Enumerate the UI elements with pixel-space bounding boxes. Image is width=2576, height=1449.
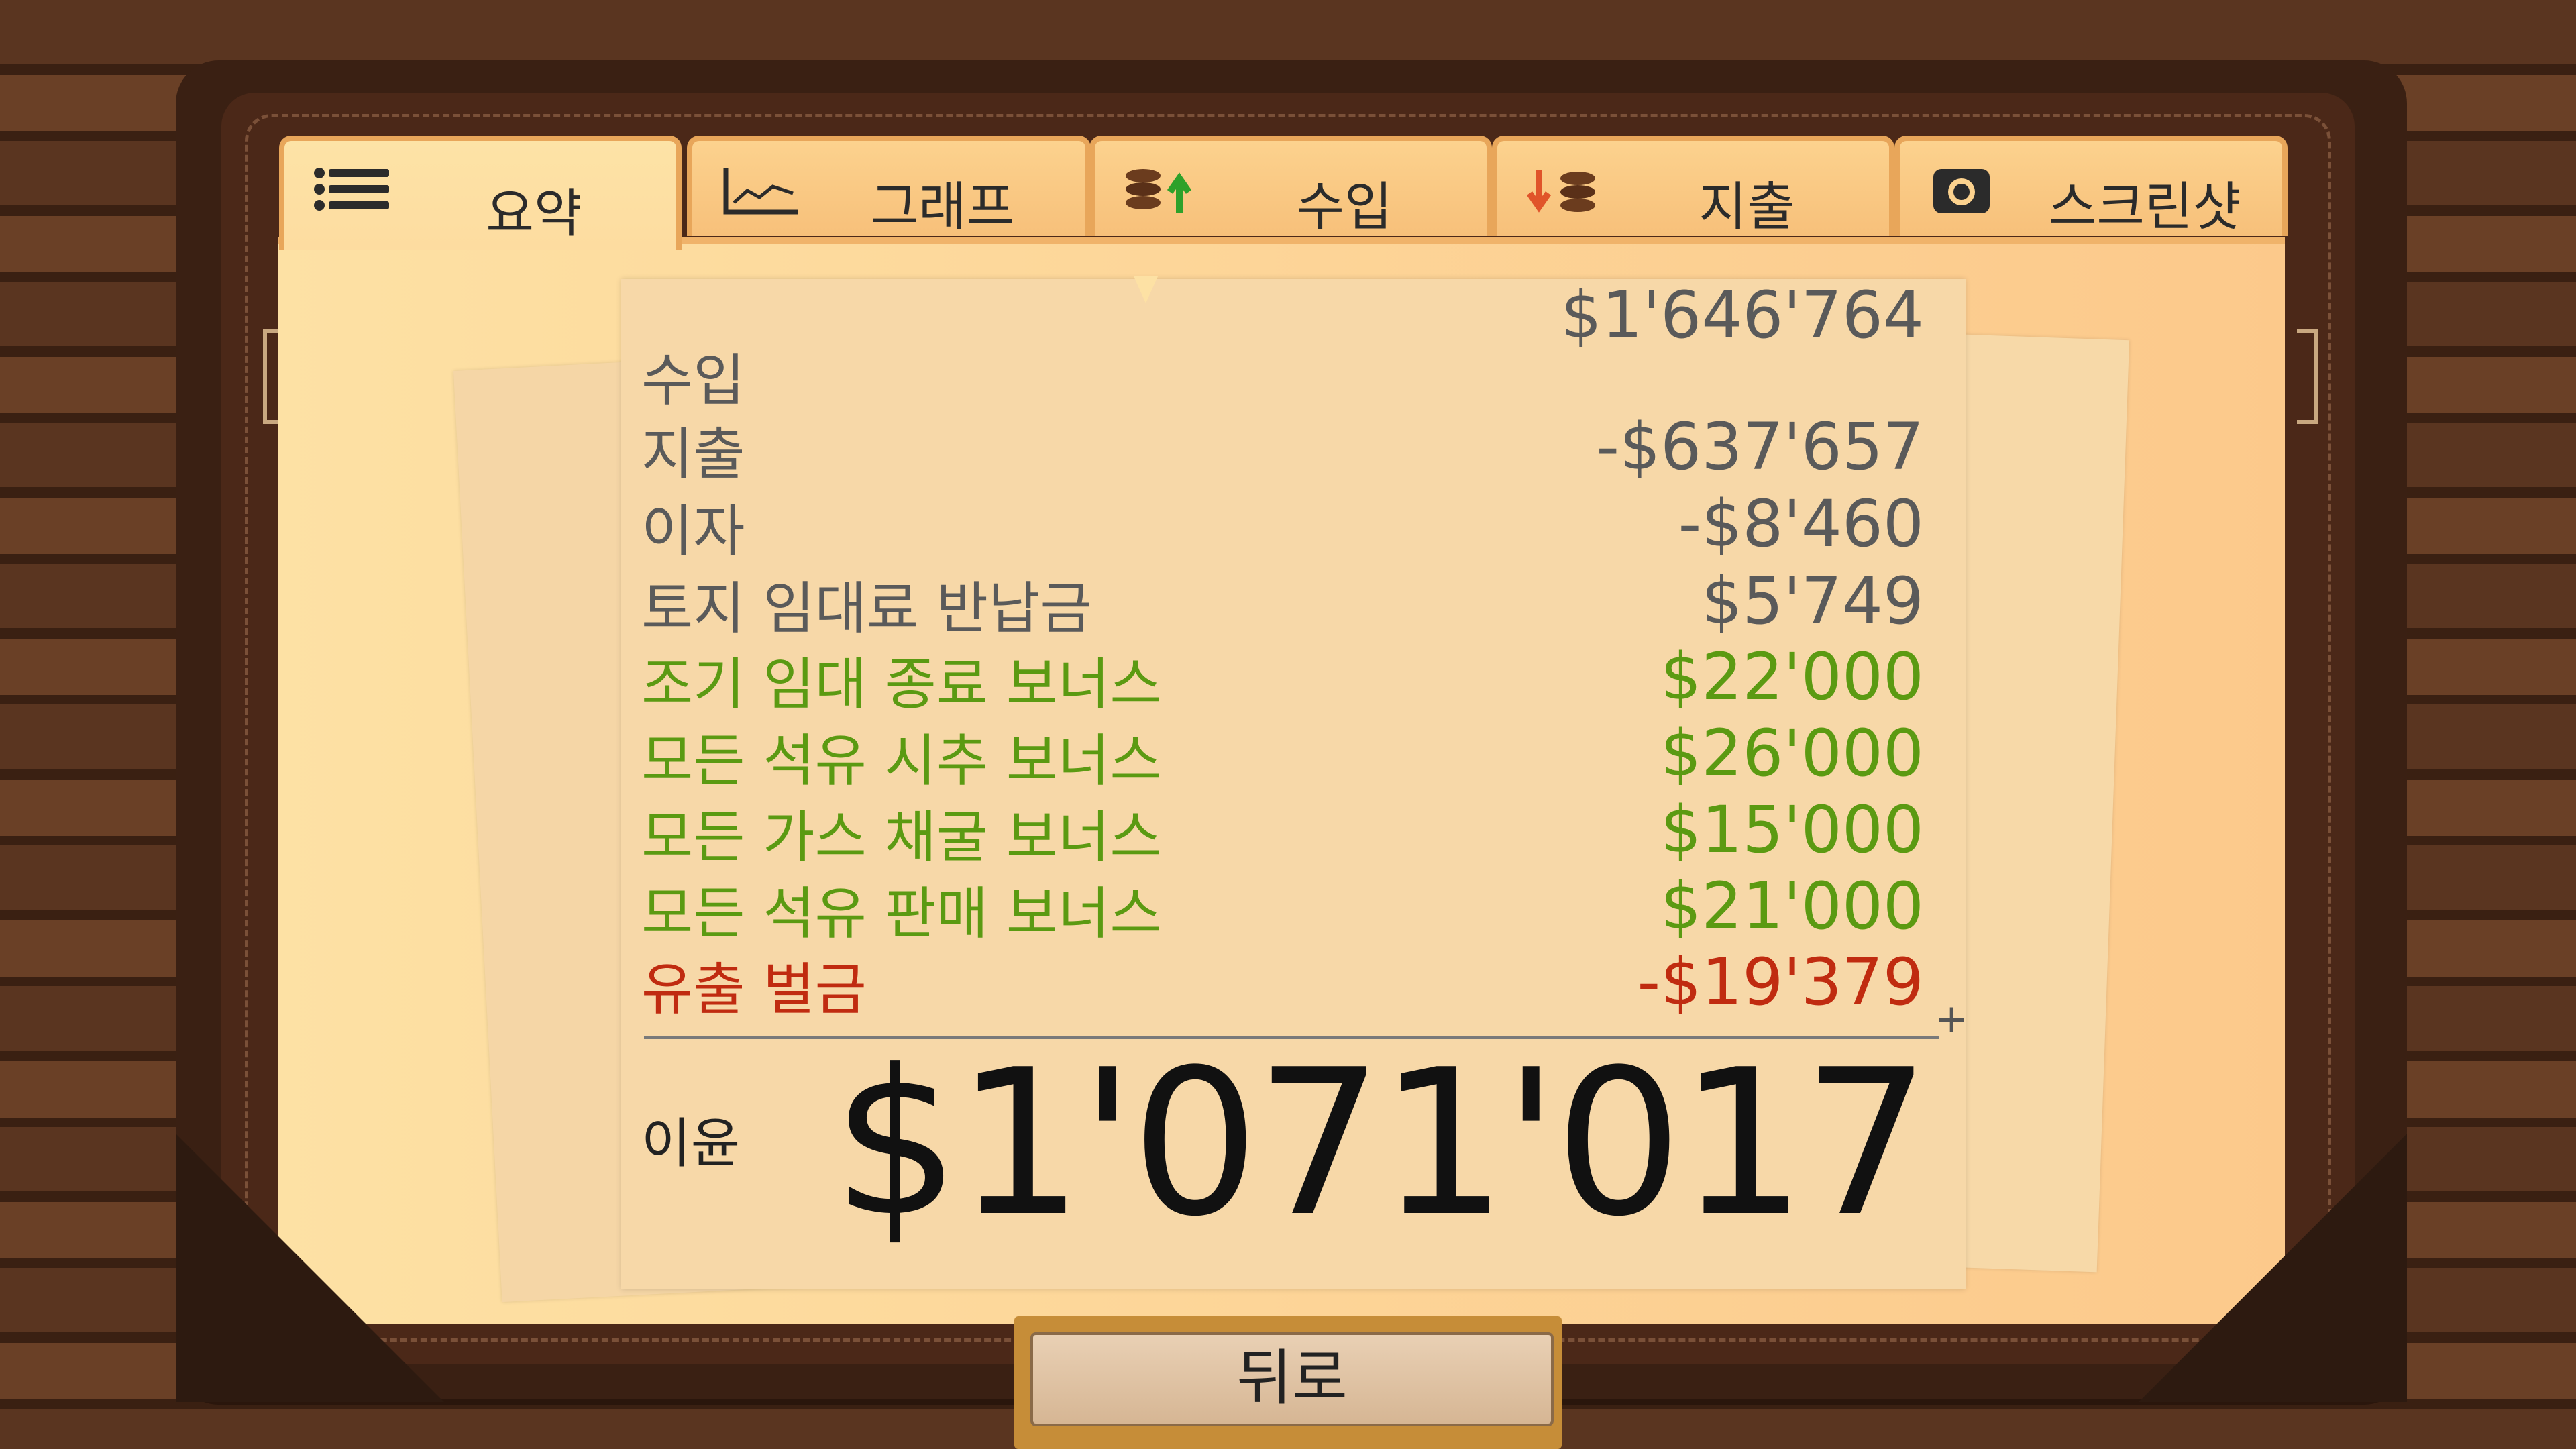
row-land-refund: 토지 임대료 반납금 $5'749	[641, 564, 1929, 641]
plus-sign: +	[1935, 996, 1969, 1042]
spill-fine-label: 유출 벌금	[641, 957, 867, 1022]
income-label: 수입	[641, 347, 745, 413]
oil-sales-bonus-label: 모든 석유 판매 보너스	[641, 881, 1162, 947]
profit-label: 이윤	[641, 1112, 741, 1175]
row-spill-fine: 유출 벌금 -$19'379	[641, 945, 1929, 1022]
oil-sales-bonus-value: $21'000	[1660, 869, 1924, 944]
expenses-value: -$637'657	[1596, 409, 1924, 484]
land-refund-label: 토지 임대료 반납금	[641, 576, 1092, 641]
income-value: $1'646'764	[1560, 278, 1924, 353]
spill-fine-value: -$19'379	[1637, 945, 1925, 1020]
corner-guard-right	[2139, 1134, 2407, 1402]
tab-graph[interactable]: 그래프	[687, 136, 1091, 237]
tab-summary[interactable]: 요약	[279, 136, 682, 250]
profit-value: $1'071'017	[832, 1026, 1931, 1260]
row-oil-drilling-bonus: 모든 석유 시추 보너스 $26'000	[641, 716, 1929, 794]
tab-screenshot[interactable]: 스크린샷	[1894, 136, 2288, 237]
interest-label: 이자	[641, 498, 745, 564]
right-clip	[2297, 329, 2318, 424]
tab-income[interactable]: 수입	[1089, 136, 1492, 237]
expenses-label: 지출	[641, 421, 745, 487]
tab-screenshot-label: 스크린샷	[2048, 177, 2241, 237]
early-lease-bonus-label: 조기 임대 종료 보너스	[641, 651, 1162, 717]
row-expenses: 지출 -$637'657	[641, 409, 1929, 487]
row-interest: 이자 -$8'460	[641, 486, 1929, 564]
tab-summary-label: 요약	[486, 184, 582, 244]
gas-mining-bonus-value: $15'000	[1660, 792, 1924, 867]
row-early-lease-bonus: 조기 임대 종료 보너스 $22'000	[641, 639, 1929, 717]
back-button[interactable]: 뒤로	[1030, 1332, 1554, 1426]
row-income: 수입 $1'646'764	[641, 278, 1929, 413]
land-refund-value: $5'749	[1701, 564, 1924, 639]
row-oil-sales-bonus: 모든 석유 판매 보너스 $21'000	[641, 869, 1929, 947]
interest-value: -$8'460	[1678, 486, 1924, 561]
gas-mining-bonus-label: 모든 가스 채굴 보너스	[641, 804, 1162, 870]
row-gas-mining-bonus: 모든 가스 채굴 보너스 $15'000	[641, 792, 1929, 870]
oil-drilling-bonus-label: 모든 석유 시추 보너스	[641, 728, 1162, 794]
early-lease-bonus-value: $22'000	[1660, 639, 1924, 714]
tab-expenses[interactable]: 지출	[1492, 136, 1894, 237]
paper-notch	[1134, 276, 1158, 303]
oil-drilling-bonus-value: $26'000	[1660, 716, 1924, 791]
tab-graph-label: 그래프	[870, 177, 1015, 237]
corner-guard-left	[176, 1134, 444, 1402]
tab-expenses-label: 지출	[1699, 177, 1795, 237]
tab-income-label: 수입	[1296, 177, 1393, 237]
